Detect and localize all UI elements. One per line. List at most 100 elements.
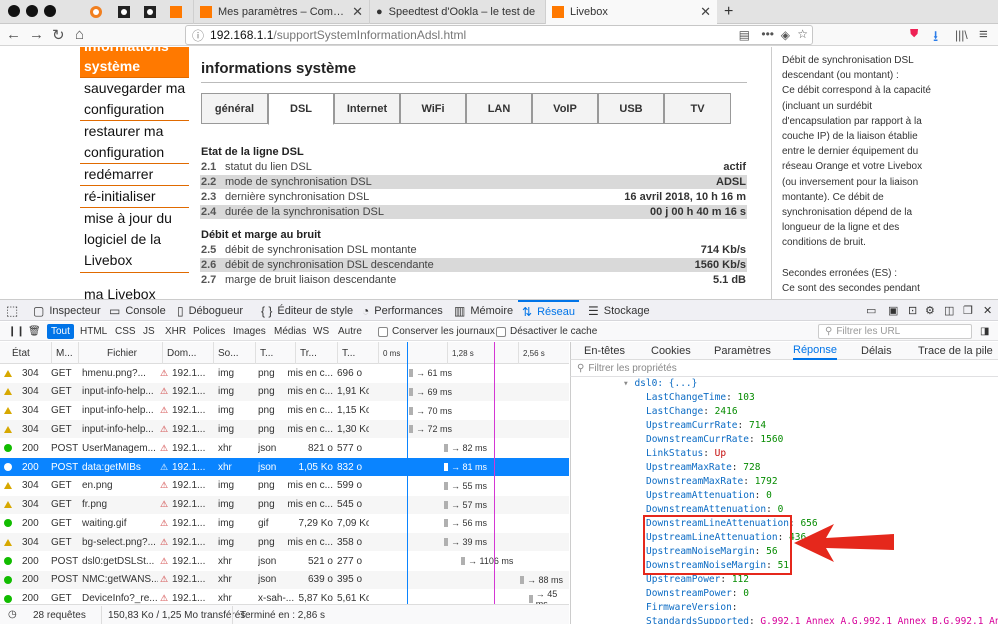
tab-tv[interactable]: TV [664,93,731,124]
picker-icon[interactable]: ⬚ [6,300,18,321]
col-status[interactable]: État [8,342,30,364]
url-filter-input[interactable]: ⚲ Filtrer les URL [818,324,972,339]
nav-mise-a-jour[interactable]: mise à jour du [80,208,189,229]
filter-polices[interactable]: Polices [189,324,229,339]
table-row[interactable]: 200 GET waiting.gif ⚠ 192.1... img gif 7,29 Ko 7… [0,514,569,532]
filter-autre[interactable]: Autre [334,324,366,339]
nav-redemarrer[interactable]: redémarrer [80,164,189,186]
tab-debogueur[interactable]: ▯ Débogueur [177,300,243,321]
tab-style-editor[interactable]: { } Éditeur de style [261,300,353,321]
tab-livebox[interactable]: Livebox ✕ [545,0,717,24]
filter-images[interactable]: Images [229,324,270,339]
col-source[interactable]: So... [213,342,239,364]
tab-general[interactable]: général [201,93,268,124]
filter-xhr[interactable]: XHR [161,324,190,339]
tab-reponse[interactable]: Réponse [793,342,838,360]
col-type[interactable]: T... [255,342,273,364]
library-icon[interactable]: |||\ [955,28,968,42]
new-tab-button[interactable]: + [718,0,746,24]
nav-restaurer-2[interactable]: configuration [80,142,189,164]
tab-dsl[interactable]: DSL [268,93,334,125]
json-property[interactable]: LastChangeTime: 103 [646,391,755,405]
col-size[interactable]: T... [337,342,355,364]
tab-voip[interactable]: VoIP [532,93,598,124]
info-icon[interactable]: ⓘ [192,27,204,44]
bookmark-star-icon[interactable]: ☆ [797,27,808,41]
page-actions-icon[interactable]: ••• [761,27,774,41]
table-row[interactable]: 304 GET hmenu.png?... ⚠ 192.1... img png mis en… [0,364,569,382]
nav-reinitialiser[interactable]: ré-initialiser [80,186,189,208]
table-row[interactable]: 304 GET fr.png ⚠ 192.1... img png mis en c... 54… [0,495,569,514]
col-transferred[interactable]: Tr... [295,342,317,364]
separate-window-icon[interactable]: ❐ [963,300,973,321]
reader-view-icon[interactable]: ▤ [739,28,750,42]
table-row[interactable]: 304 GET input-info-help... ⚠ 192.1... img png m… [0,382,569,401]
tab-en-tetes[interactable]: En-têtes [584,342,625,360]
reload-icon[interactable]: ↻ [52,26,65,44]
tab-close-icon[interactable]: ✕ [352,4,363,20]
tab-wifi[interactable]: WiFi [400,93,466,124]
table-row[interactable]: 304 GET en.png ⚠ 192.1... img png mis en c... 59… [0,477,569,495]
minimize-window-icon[interactable] [26,5,38,17]
nav-restaurer[interactable]: restaurer ma [80,121,189,142]
filter-ws[interactable]: WS [309,324,333,339]
table-row[interactable]: 304 GET input-info-help... ⚠ 192.1... img png m… [0,420,569,439]
back-icon[interactable]: ← [6,26,21,43]
nav-mise-a-jour-3[interactable]: Livebox [80,250,189,273]
persist-logs-checkbox[interactable]: Conserver les journaux [374,324,499,339]
filter-html[interactable]: HTML [76,324,111,339]
close-devtools-icon[interactable]: ✕ [983,300,992,321]
tab-memoire[interactable]: ▥ Mémoire [454,300,513,321]
screenshot-icon[interactable]: ⊡ [908,300,917,321]
json-property[interactable]: FirmwareVersion: [646,601,738,615]
col-method[interactable]: M... [51,342,73,364]
pocket-icon[interactable]: ◈ [781,28,790,42]
json-property[interactable]: DownstreamPower: 0 [646,587,749,601]
tab-delais[interactable]: Délais [861,342,892,360]
json-property[interactable]: DownstreamMaxRate: 1792 [646,475,778,489]
table-row[interactable]: 200 POST NMC:getWANS... ⚠ 192.1... xhr json 639… [0,570,569,589]
json-property[interactable]: UpstreamCurrRate: 714 [646,419,766,433]
url-bar[interactable]: ⓘ 192.168.1.1/supportSystemInformationAd… [185,25,813,45]
property-filter-input[interactable]: ⚲ Filtrer les propriétés [570,360,998,377]
clear-trash-icon[interactable]: 🗑 [24,324,45,339]
json-property[interactable]: UpstreamMaxRate: 728 [646,461,760,475]
table-row[interactable]: 304 GET input-info-help... ⚠ 192.1... img png m… [0,402,569,420]
table-row[interactable]: 304 GET bg-select.png?... ⚠ 192.1... img png mi… [0,533,569,552]
tab-inspecteur[interactable]: ▢ Inspecteur [33,300,101,321]
pinned-tab-orange-icon[interactable] [166,2,186,22]
close-window-icon[interactable] [8,5,20,17]
menu-icon[interactable]: ≡ [979,26,988,43]
col-domain[interactable]: Dom... [162,342,196,364]
table-row[interactable]: 200 POST UserManagem... ⚠ 192.1... xhr json 821… [0,439,569,457]
json-property[interactable]: StandardsSupported: G.992.1_Annex_A,G.99… [646,615,998,624]
tab-communaute[interactable]: Mes paramètres – Communauté ✕ [193,0,369,24]
pinned-tab-joomla-icon[interactable] [86,2,106,22]
filter-medias[interactable]: Médias [270,324,310,339]
maximize-window-icon[interactable] [44,5,56,17]
tab-usb[interactable]: USB [598,93,664,124]
table-row[interactable]: 200 POST dsl0:getDSLSt... ⚠ 192.1... xhr json 5… [0,552,569,570]
filter-js[interactable]: JS [139,324,159,339]
nav-sauvegarder-2[interactable]: configuration [80,99,189,121]
tab-speedtest[interactable]: ● Speedtest d'Ookla – le test de [369,0,545,24]
performance-analysis-icon[interactable]: ◷ [8,609,17,620]
dock-side-icon[interactable]: ◫ [944,300,954,321]
nav-ma-livebox[interactable]: ma Livebox [80,284,189,299]
json-property[interactable]: LastChange: 2416 [646,405,738,419]
nav-mise-a-jour-2[interactable]: logiciel de la [80,229,189,250]
tab-cookies[interactable]: Cookies [651,342,691,360]
col-file[interactable]: Fichier [78,342,162,364]
toggle-sidebar-icon[interactable]: ◨ [976,324,993,339]
tab-reseau[interactable]: ⇅ Réseau [518,300,579,321]
home-icon[interactable]: ⌂ [75,26,84,43]
tab-console[interactable]: ▭ Console [109,300,166,321]
tab-trace[interactable]: Trace de la pile [918,342,993,360]
json-property[interactable]: LinkStatus: Up [646,447,726,461]
table-row[interactable]: 200 POST data:getMIBs ⚠ 192.1... xhr json 1,05 … [0,458,569,476]
json-property[interactable]: UpstreamPower: 112 [646,573,749,587]
tab-lan[interactable]: LAN [466,93,532,124]
json-root-node[interactable]: ▾ dsl0: {...} [623,377,697,391]
settings-gear-icon[interactable]: ⚙ [925,300,935,321]
filter-css[interactable]: CSS [111,324,140,339]
